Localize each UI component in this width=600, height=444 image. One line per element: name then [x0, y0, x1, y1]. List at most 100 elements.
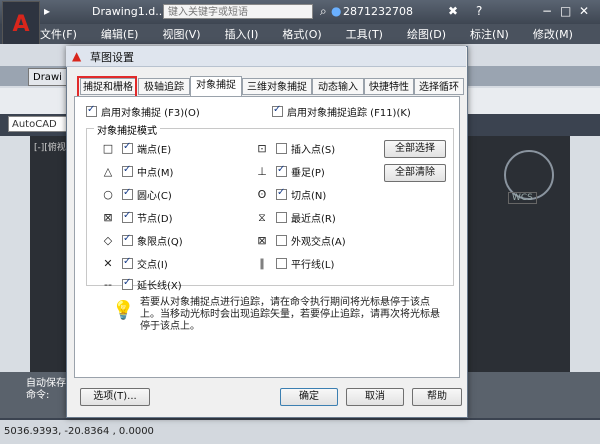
close-icon[interactable]: ✕: [579, 4, 589, 18]
wcs-label[interactable]: WCS: [508, 192, 537, 204]
enable-snap-label: 启用对象捕捉 (F3)(O): [101, 108, 200, 119]
workspace-select[interactable]: AutoCAD: [8, 116, 68, 132]
apparent-intersection-checkbox[interactable]: [276, 235, 287, 246]
menu-item[interactable]: 文件(F): [40, 26, 77, 42]
extension-checkbox[interactable]: [122, 277, 133, 290]
menu-item[interactable]: 编辑(E): [101, 26, 139, 42]
tangent-label: 切点(N): [291, 191, 327, 202]
apparent-intersection-label: 外观交点(A): [291, 237, 346, 248]
quick-access-toolbar[interactable]: ▸: [44, 4, 50, 18]
exchange-icon[interactable]: ✖: [448, 4, 458, 18]
snap-insertion[interactable]: ⊡ 插入点(S): [254, 141, 335, 156]
menu-item[interactable]: 工具(T): [346, 26, 383, 42]
cancel-button[interactable]: 取消: [346, 388, 404, 406]
parallel-icon: ∥: [259, 257, 265, 270]
snap-center[interactable]: ○ 圆心(C): [100, 187, 172, 202]
snap-endpoint[interactable]: □ 端点(E): [100, 141, 171, 156]
center-checkbox[interactable]: [122, 187, 133, 200]
snap-node[interactable]: ⊠ 节点(D): [100, 210, 173, 225]
tab-polar[interactable]: 极轴追踪: [138, 78, 190, 95]
enable-object-snap[interactable]: 启用对象捕捉 (F3)(O): [86, 104, 200, 119]
snap-parallel[interactable]: ∥ 平行线(L): [254, 256, 334, 271]
clear-all-button[interactable]: 全部清除: [384, 164, 446, 182]
quadrant-icon: ◇: [103, 234, 113, 247]
snap-intersection[interactable]: ✕ 交点(I): [100, 256, 168, 271]
help-icon[interactable]: ?: [476, 4, 482, 18]
center-icon: ○: [103, 188, 113, 201]
snap-apparent-intersection[interactable]: ⊠ 外观交点(A): [254, 233, 346, 248]
snap-quadrant[interactable]: ◇ 象限点(Q): [100, 233, 183, 248]
user-icon[interactable]: ●: [331, 4, 341, 18]
parallel-label: 平行线(L): [291, 260, 335, 271]
enable-snap-checkbox[interactable]: [86, 104, 97, 117]
endpoint-checkbox[interactable]: [122, 141, 133, 154]
search-input[interactable]: 键入关键字或短语: [163, 4, 313, 19]
menu-item[interactable]: 插入(I): [225, 26, 259, 42]
nearest-label: 最近点(R): [291, 214, 336, 225]
midpoint-label: 中点(M): [137, 168, 174, 179]
insertion-checkbox[interactable]: [276, 143, 287, 154]
extension-icon: --: [104, 278, 112, 291]
menu-bar: 文件(F) 编辑(E) 视图(V) 插入(I) 格式(O) 工具(T) 绘图(D…: [40, 24, 600, 44]
quadrant-checkbox[interactable]: [122, 233, 133, 246]
perpendicular-icon: ⊥: [257, 165, 267, 178]
snap-nearest[interactable]: ⧖ 最近点(R): [254, 210, 336, 226]
tangent-checkbox[interactable]: [276, 187, 287, 200]
endpoint-icon: □: [102, 142, 114, 155]
snap-tangent[interactable]: ʘ 切点(N): [254, 187, 327, 202]
app-logo-button[interactable]: A: [2, 1, 40, 47]
lightbulb-icon: 💡: [112, 300, 135, 321]
node-checkbox[interactable]: [122, 210, 133, 223]
nearest-icon: ⧖: [258, 210, 266, 224]
snap-extension[interactable]: -- 延长线(X): [100, 277, 182, 292]
enable-snap-tracking[interactable]: 启用对象捕捉追踪 (F11)(K): [272, 104, 411, 119]
snap-perpendicular[interactable]: ⊥ 垂足(P): [254, 164, 325, 179]
command-prompt: 命令:: [26, 390, 50, 401]
menu-item[interactable]: 修改(M): [533, 26, 573, 42]
drawing-file-tab[interactable]: Drawi: [28, 68, 70, 86]
account-label[interactable]: 2871232708: [343, 5, 413, 18]
perpendicular-label: 垂足(P): [291, 168, 325, 179]
group-label: 对象捕捉模式: [94, 122, 160, 137]
node-label: 节点(D): [137, 214, 173, 225]
menu-item[interactable]: 视图(V): [162, 26, 200, 42]
tangent-icon: ʘ: [257, 188, 267, 201]
binoculars-icon[interactable]: ⌕: [320, 4, 327, 19]
tip-text: 若要从对象捕捉点进行追踪，请在命令执行期间将光标悬停于该点上。当移动光标时会出现…: [140, 297, 440, 332]
help-button[interactable]: 帮助: [412, 388, 462, 406]
quadrant-label: 象限点(Q): [137, 237, 183, 248]
midpoint-checkbox[interactable]: [122, 164, 133, 177]
extension-label: 延长线(X): [137, 281, 182, 292]
autocad-icon: ▲: [72, 49, 82, 63]
intersection-label: 交点(I): [137, 260, 168, 271]
tab-object-snap[interactable]: 对象捕捉: [190, 76, 242, 96]
intersection-checkbox[interactable]: [122, 256, 133, 269]
perpendicular-checkbox[interactable]: [276, 164, 287, 177]
menu-item[interactable]: 标注(N): [470, 26, 509, 42]
node-icon: ⊠: [103, 211, 113, 224]
insertion-icon: ⊡: [257, 142, 267, 155]
tab-3d-object-snap[interactable]: 三维对象捕捉: [242, 78, 312, 95]
endpoint-label: 端点(E): [137, 145, 172, 156]
enable-track-checkbox[interactable]: [272, 104, 283, 117]
snap-midpoint[interactable]: △ 中点(M): [100, 164, 174, 179]
apparent-intersection-icon: ⊠: [257, 234, 267, 247]
viewport-label[interactable]: [-][俯视]: [34, 140, 69, 153]
ok-button[interactable]: 确定: [280, 388, 338, 406]
menu-item[interactable]: 格式(O): [282, 26, 321, 42]
enable-track-label: 启用对象捕捉追踪 (F11)(K): [287, 108, 411, 119]
right-modify-toolbar[interactable]: [570, 136, 600, 372]
coordinate-readout: 5036.9393, -20.8364 , 0.0000: [4, 426, 154, 437]
tab-quick-properties[interactable]: 快捷特性: [364, 78, 414, 95]
select-all-button[interactable]: 全部选择: [384, 140, 446, 158]
menu-item[interactable]: 绘图(D): [407, 26, 446, 42]
options-button[interactable]: 选项(T)...: [80, 388, 150, 406]
dialog-title: 草图设置: [90, 51, 134, 64]
left-draw-toolbar[interactable]: [0, 136, 30, 372]
minimize-icon[interactable]: −: [542, 4, 552, 18]
tab-selection-cycling[interactable]: 选择循环: [414, 78, 464, 95]
nearest-checkbox[interactable]: [276, 212, 287, 223]
parallel-checkbox[interactable]: [276, 258, 287, 269]
tab-dynamic-input[interactable]: 动态输入: [312, 78, 364, 95]
restore-icon[interactable]: □: [560, 4, 571, 18]
